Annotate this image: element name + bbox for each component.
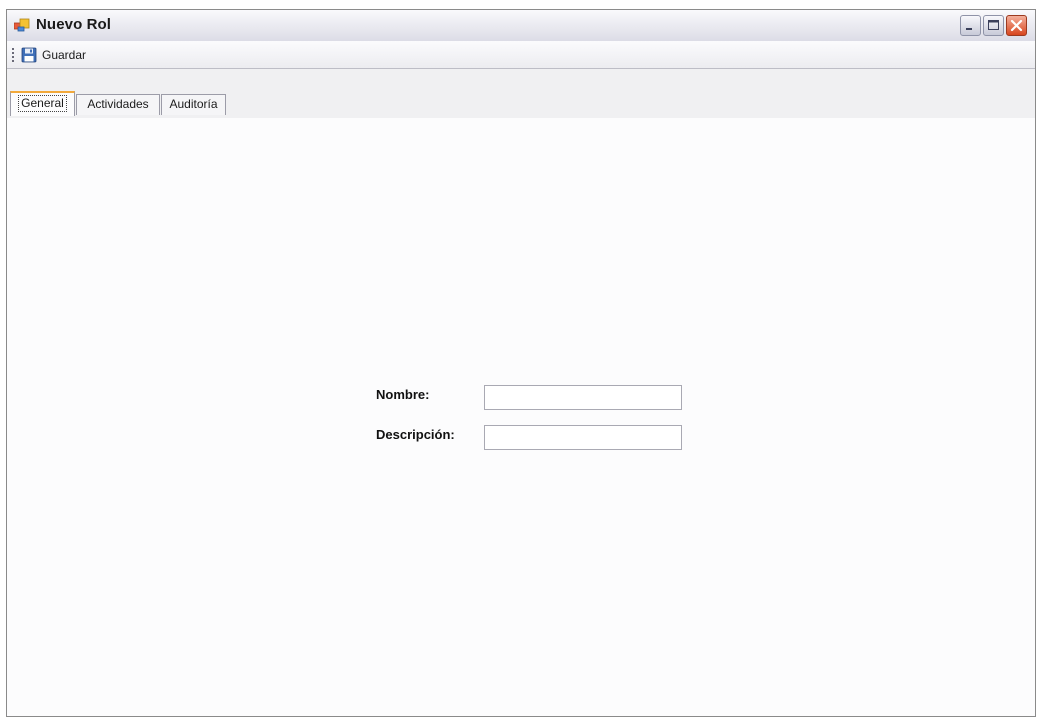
- descripcion-label: Descripción:: [376, 427, 455, 442]
- nombre-input[interactable]: [484, 385, 682, 410]
- minimize-icon: [966, 28, 972, 30]
- title-bar[interactable]: Nuevo Rol: [7, 10, 1035, 42]
- minimize-button[interactable]: [960, 15, 981, 36]
- maximize-button[interactable]: [983, 15, 1004, 36]
- close-icon: [1010, 19, 1023, 32]
- descripcion-input[interactable]: [484, 425, 682, 450]
- app-icon: [13, 18, 30, 32]
- tab-strip: General Actividades Auditoría: [7, 69, 1035, 119]
- toolbar: Guardar: [7, 41, 1035, 69]
- nuevo-rol-window: Nuevo Rol Guardar General Actividades Au…: [6, 9, 1036, 717]
- tab-auditoria[interactable]: Auditoría: [161, 94, 226, 115]
- maximize-icon: [988, 20, 999, 30]
- window-title: Nuevo Rol: [36, 16, 112, 33]
- tab-actividades[interactable]: Actividades: [76, 94, 160, 115]
- tab-general[interactable]: General: [10, 91, 75, 116]
- nombre-label: Nombre:: [376, 387, 430, 402]
- close-button[interactable]: [1006, 15, 1027, 36]
- save-button[interactable]: Guardar: [19, 44, 90, 65]
- tab-general-label: General: [18, 95, 67, 112]
- toolbar-grip[interactable]: [12, 47, 15, 63]
- floppy-disk-icon: [21, 47, 37, 62]
- save-button-label: Guardar: [42, 47, 87, 62]
- general-tab-panel: Nombre: Descripción:: [7, 118, 1035, 716]
